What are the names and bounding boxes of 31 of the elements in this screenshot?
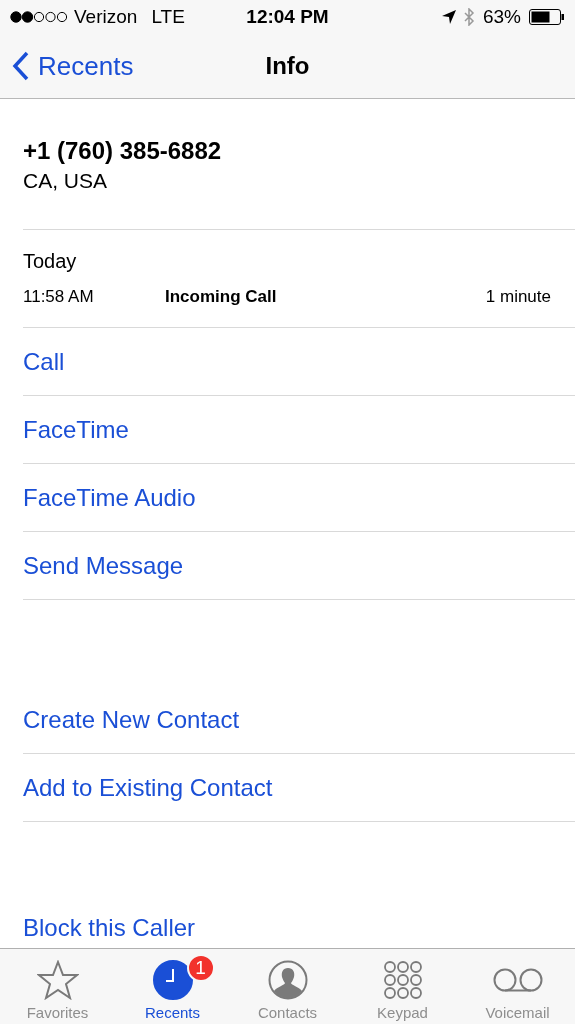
action-button[interactable]: FaceTime Audio — [23, 464, 575, 532]
notification-badge: 1 — [186, 954, 215, 982]
contact-action-button[interactable]: Create New Contact — [23, 686, 575, 754]
status-time: 12:04 PM — [246, 6, 329, 28]
bluetooth-icon — [463, 8, 475, 26]
call-day: Today — [23, 250, 551, 273]
action-button[interactable]: Call — [23, 328, 575, 396]
nav-title: Info — [265, 52, 310, 80]
network-type: LTE — [151, 6, 185, 28]
block-caller-button[interactable]: Block this Caller — [23, 914, 196, 942]
phone-number: +1 (760) 385-6882 — [23, 137, 223, 165]
battery-icon — [529, 9, 565, 25]
battery-percentage: 63% — [482, 6, 521, 28]
location-arrow-icon — [441, 10, 456, 24]
chevron-left-icon — [12, 51, 30, 81]
signal-icon — [10, 11, 68, 23]
keypad-icon — [382, 960, 423, 1000]
back-button[interactable]: Recents — [12, 50, 134, 82]
tab-bar-item[interactable]: 1 Recents — [115, 949, 230, 1024]
call-duration: 1 minute — [485, 287, 551, 307]
caller-location: CA, USA — [23, 169, 109, 193]
action-button[interactable]: FaceTime — [23, 396, 575, 464]
action-button[interactable]: Send Message — [23, 532, 575, 600]
person-icon — [267, 960, 308, 1000]
call-time: 11:58 AM — [23, 287, 95, 307]
call-type: Incoming Call — [165, 287, 278, 307]
star-icon — [36, 960, 79, 1000]
carrier-name: Verizon — [74, 6, 138, 28]
voicemail-icon — [492, 967, 543, 993]
contact-action-button[interactable]: Add to Existing Contact — [23, 754, 575, 822]
clock-icon — [152, 960, 193, 1000]
